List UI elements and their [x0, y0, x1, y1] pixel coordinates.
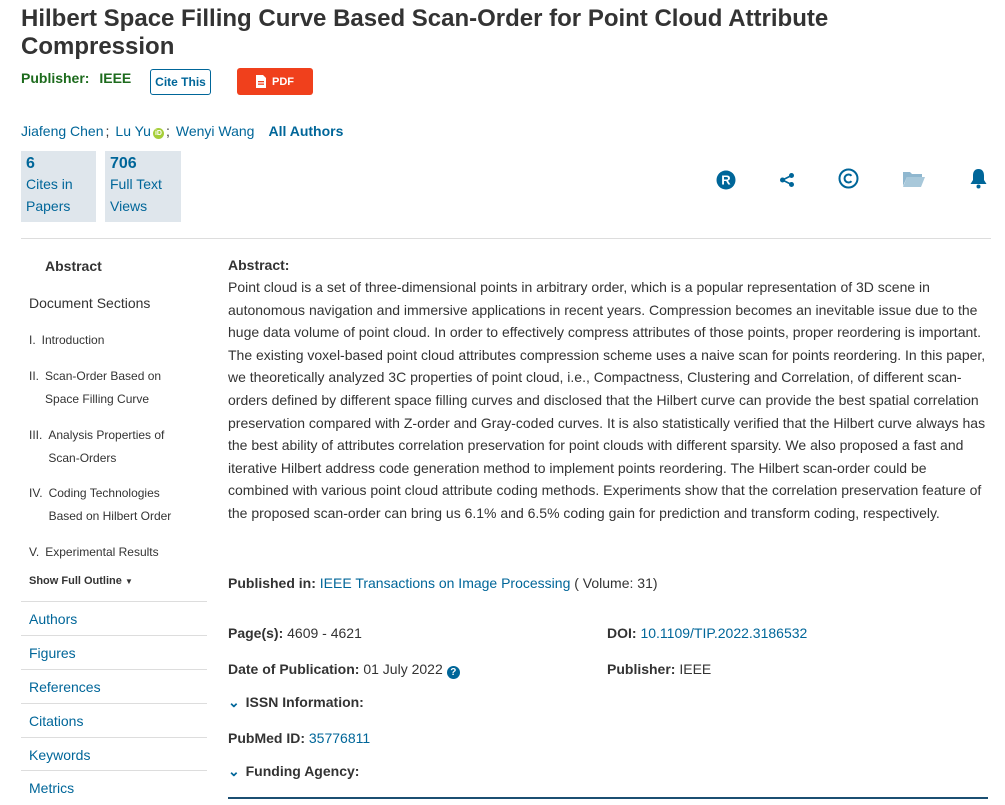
page-title: Hilbert Space Filling Curve Based Scan-O…: [21, 5, 829, 60]
author-link[interactable]: Wenyi Wang: [176, 123, 255, 139]
caret-down-icon: ▼: [124, 577, 133, 586]
author-link[interactable]: Jiafeng Chen: [21, 123, 104, 139]
sidebar-section-scan-order[interactable]: II. Scan-Order Based on Space Filling Cu…: [29, 365, 175, 411]
show-full-outline-link[interactable]: Show Full Outline ▼: [29, 575, 133, 587]
all-authors-link[interactable]: All Authors: [268, 123, 343, 139]
sidebar-section-introduction[interactable]: I. Introduction: [29, 329, 182, 352]
sidebar-link-metrics[interactable]: Metrics: [21, 770, 207, 804]
doi-link[interactable]: 10.1109/TIP.2022.3186532: [640, 625, 807, 641]
sidebar-item-abstract[interactable]: Abstract: [45, 258, 102, 274]
metric-label: Cites in Papers: [26, 176, 73, 214]
header-divider: [21, 238, 991, 239]
funding-agency-toggle[interactable]: ⌄ Funding Agency:: [228, 763, 359, 780]
rights-icon[interactable]: R: [716, 170, 736, 195]
full-text-views-metric[interactable]: 706 Full Text Views: [105, 151, 181, 222]
metric-number: 706: [110, 155, 137, 172]
svg-text:R: R: [721, 173, 731, 188]
publisher-meta: Publisher: IEEE: [607, 661, 712, 677]
help-icon[interactable]: ?: [446, 666, 460, 679]
publisher-label: Publisher:: [21, 70, 90, 86]
abstract-heading: Abstract:: [228, 257, 290, 273]
sidebar-link-keywords[interactable]: Keywords: [21, 737, 207, 771]
abstract-text: Point cloud is a set of three-dimensiona…: [228, 279, 986, 521]
sidebar-link-authors[interactable]: Authors: [21, 601, 207, 635]
share-icon[interactable]: [779, 172, 795, 193]
pages: Page(s): 4609 - 4621: [228, 625, 362, 641]
pdf-file-icon: [256, 75, 266, 88]
doi: DOI: 10.1109/TIP.2022.3186532: [607, 625, 808, 641]
section-divider: [228, 797, 988, 799]
volume: ( Volume: 31): [574, 575, 658, 591]
sidebar-link-figures[interactable]: Figures: [21, 635, 207, 669]
cites-in-papers-metric[interactable]: 6 Cites in Papers: [21, 151, 96, 222]
author-link[interactable]: Lu Yu: [115, 123, 151, 139]
metric-number: 6: [26, 155, 35, 172]
orcid-icon[interactable]: iD: [152, 128, 164, 139]
author-list: Jiafeng Chen; Lu Yu iD; Wenyi Wang All Autho…: [21, 123, 344, 139]
document-sections-heading: Document Sections: [29, 295, 151, 311]
published-in: Published in: IEEE Transactions on Image…: [228, 575, 658, 591]
publisher-row: Publisher: IEEE: [21, 70, 131, 86]
sidebar-link-citations[interactable]: Citations: [21, 703, 207, 737]
sidebar-section-coding[interactable]: IV. Coding Technologies Based on Hilbert…: [29, 482, 189, 528]
publisher-value: IEEE: [99, 70, 132, 86]
sidebar-section-experimental[interactable]: V. Experimental Results: [29, 541, 185, 564]
issn-toggle[interactable]: ⌄ ISSN Information:: [228, 694, 364, 711]
pdf-button-label: PDF: [272, 75, 294, 88]
chevron-down-icon: ⌄: [228, 694, 240, 710]
chevron-down-icon: ⌄: [228, 763, 240, 779]
pubmed-link[interactable]: 35776811: [309, 730, 370, 746]
copyright-icon[interactable]: [838, 168, 859, 194]
pubmed-id: PubMed ID: 35776811: [228, 730, 371, 746]
cite-this-button[interactable]: Cite This: [150, 69, 211, 95]
pdf-button[interactable]: PDF: [237, 68, 313, 95]
journal-link[interactable]: IEEE Transactions on Image Processing: [320, 575, 571, 591]
sidebar-section-analysis[interactable]: III. Analysis Properties of Scan-Orders: [29, 424, 188, 470]
folder-icon[interactable]: [903, 171, 925, 192]
sidebar-link-references[interactable]: References: [21, 669, 207, 703]
bell-icon[interactable]: [969, 168, 988, 194]
date-of-publication: Date of Publication: 01 July 2022?: [228, 661, 460, 679]
metric-label: Full Text Views: [110, 176, 162, 214]
